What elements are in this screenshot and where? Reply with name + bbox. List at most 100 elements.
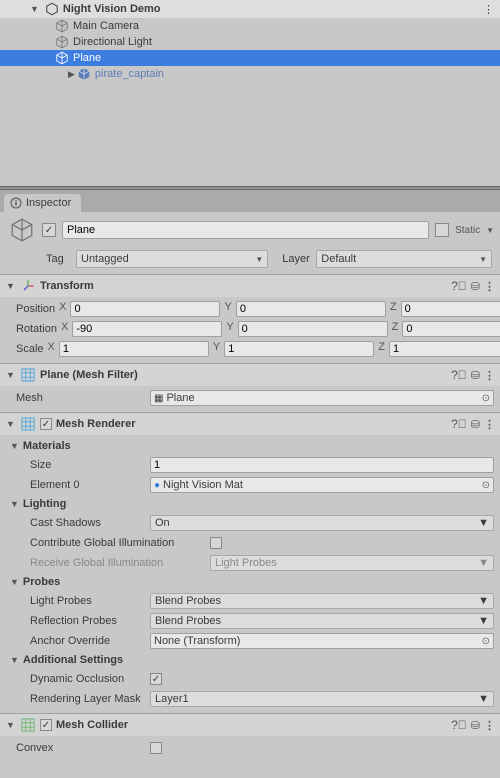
mesh-icon bbox=[20, 367, 36, 383]
scale-y-input[interactable] bbox=[224, 341, 374, 357]
mesh-filter-header[interactable]: ▼ Plane (Mesh Filter) ?⃝ ⛁ ⋮ bbox=[0, 364, 500, 386]
component-menu-icon[interactable]: ⋮ bbox=[484, 280, 494, 293]
mesh-renderer-icon bbox=[20, 416, 36, 432]
hierarchy-item-pirate[interactable]: ▶ pirate_captain bbox=[0, 66, 500, 82]
hierarchy-panel: ▼ Night Vision Demo ⋮ Main Camera Direct… bbox=[0, 0, 500, 186]
object-selector-icon[interactable]: ⊙ bbox=[482, 636, 490, 647]
mesh-value: Plane bbox=[166, 392, 194, 404]
tag-value: Untagged bbox=[81, 253, 129, 265]
light-probes-label: Light Probes bbox=[6, 595, 146, 607]
position-y-input[interactable] bbox=[236, 301, 386, 317]
object-selector-icon[interactable]: ⊙ bbox=[482, 393, 490, 404]
help-icon[interactable]: ?⃝ bbox=[451, 279, 467, 293]
cgi-checkbox[interactable] bbox=[210, 537, 222, 549]
hierarchy-item-camera[interactable]: Main Camera bbox=[0, 18, 500, 34]
rgi-dropdown: Light Probes▼ bbox=[210, 555, 494, 571]
convex-label: Convex bbox=[6, 742, 146, 754]
tag-dropdown[interactable]: Untagged▼ bbox=[76, 250, 268, 268]
rendering-layer-mask-dropdown[interactable]: Layer1▼ bbox=[150, 691, 494, 707]
materials-section[interactable]: ▼Materials bbox=[6, 437, 494, 455]
dynamic-occlusion-label: Dynamic Occlusion bbox=[6, 673, 146, 685]
static-dropdown-icon[interactable]: ▼ bbox=[486, 226, 494, 235]
transform-header[interactable]: ▼ Transform ?⃝ ⛁ ⋮ bbox=[0, 275, 500, 297]
y-label: Y bbox=[224, 301, 231, 317]
foldout-icon[interactable]: ▼ bbox=[6, 720, 16, 730]
additional-section[interactable]: ▼Additional Settings bbox=[6, 651, 494, 669]
scale-x-input[interactable] bbox=[59, 341, 209, 357]
probes-section[interactable]: ▼Probes bbox=[6, 573, 494, 591]
tab-inspector[interactable]: Inspector bbox=[4, 194, 81, 212]
dynamic-occlusion-checkbox[interactable] bbox=[150, 673, 162, 685]
foldout-icon[interactable]: ▼ bbox=[6, 370, 16, 380]
active-checkbox[interactable] bbox=[42, 223, 56, 237]
help-icon[interactable]: ?⃝ bbox=[451, 718, 467, 732]
foldout-icon[interactable]: ▼ bbox=[6, 419, 16, 429]
z-label: Z bbox=[378, 341, 385, 357]
component-menu-icon[interactable]: ⋮ bbox=[484, 369, 494, 382]
preset-icon[interactable]: ⛁ bbox=[471, 418, 480, 431]
transform-icon bbox=[20, 278, 36, 294]
mesh-label: Mesh bbox=[6, 392, 146, 404]
rotation-x-input[interactable] bbox=[72, 321, 222, 337]
gameobject-icon[interactable] bbox=[8, 216, 36, 244]
component-menu-icon[interactable]: ⋮ bbox=[484, 719, 494, 732]
mesh-renderer-enabled-checkbox[interactable] bbox=[40, 418, 52, 430]
preset-icon[interactable]: ⛁ bbox=[471, 719, 480, 732]
gameobject-name-field[interactable] bbox=[62, 221, 429, 239]
cast-shadows-label: Cast Shadows bbox=[6, 517, 146, 529]
hierarchy-item-label: pirate_captain bbox=[95, 68, 164, 80]
object-selector-icon[interactable]: ⊙ bbox=[482, 480, 490, 491]
convex-checkbox[interactable] bbox=[150, 742, 162, 754]
rotation-z-input[interactable] bbox=[402, 321, 500, 337]
gameobject-icon bbox=[55, 51, 69, 65]
gameobject-header: Static ▼ bbox=[0, 212, 500, 248]
help-icon[interactable]: ?⃝ bbox=[451, 417, 467, 431]
preset-icon[interactable]: ⛁ bbox=[471, 369, 480, 382]
reflection-probes-dropdown[interactable]: Blend Probes▼ bbox=[150, 613, 494, 629]
scale-z-input[interactable] bbox=[389, 341, 500, 357]
materials-size-input[interactable] bbox=[150, 457, 494, 473]
component-mesh-renderer: ▼ Mesh Renderer ?⃝ ⛁ ⋮ ▼Materials Size E… bbox=[0, 412, 500, 713]
x-label: X bbox=[59, 301, 66, 317]
layer-label: Layer bbox=[272, 253, 312, 265]
component-menu-icon[interactable]: ⋮ bbox=[484, 418, 494, 431]
z-label: Z bbox=[390, 301, 397, 317]
scene-header[interactable]: ▼ Night Vision Demo ⋮ bbox=[0, 0, 500, 18]
x-label: X bbox=[61, 321, 68, 337]
mesh-renderer-header[interactable]: ▼ Mesh Renderer ?⃝ ⛁ ⋮ bbox=[0, 413, 500, 435]
position-z-input[interactable] bbox=[401, 301, 500, 317]
rotation-y-input[interactable] bbox=[238, 321, 388, 337]
scene-name: Night Vision Demo bbox=[63, 3, 161, 15]
layer-dropdown[interactable]: Default▼ bbox=[316, 250, 492, 268]
scale-label: Scale bbox=[6, 343, 44, 355]
inspector-panel: Static ▼ Tag Untagged▼ Layer Default▼ ▼ … bbox=[0, 212, 500, 762]
position-x-input[interactable] bbox=[70, 301, 220, 317]
help-icon[interactable]: ?⃝ bbox=[451, 368, 467, 382]
lighting-section[interactable]: ▼Lighting bbox=[6, 495, 494, 513]
mesh-collider-enabled-checkbox[interactable] bbox=[40, 719, 52, 731]
preset-icon[interactable]: ⛁ bbox=[471, 280, 480, 293]
foldout-icon[interactable]: ▼ bbox=[30, 4, 39, 14]
light-probes-dropdown[interactable]: Blend Probes▼ bbox=[150, 593, 494, 609]
materials-element-field[interactable]: ●Night Vision Mat ⊙ bbox=[150, 477, 494, 493]
y-label: Y bbox=[213, 341, 220, 357]
info-icon bbox=[10, 197, 22, 209]
gameobject-icon bbox=[55, 19, 69, 33]
y-label: Y bbox=[226, 321, 233, 337]
rotation-label: Rotation bbox=[6, 323, 57, 335]
hierarchy-item-light[interactable]: Directional Light bbox=[0, 34, 500, 50]
static-checkbox[interactable] bbox=[435, 223, 449, 237]
cast-shadows-dropdown[interactable]: On▼ bbox=[150, 515, 494, 531]
hierarchy-item-label: Plane bbox=[73, 52, 101, 64]
component-title: Plane (Mesh Filter) bbox=[40, 369, 447, 381]
hierarchy-item-plane[interactable]: Plane bbox=[0, 50, 500, 66]
mesh-collider-header[interactable]: ▼ Mesh Collider ?⃝ ⛁ ⋮ bbox=[0, 714, 500, 736]
rendering-layer-mask-label: Rendering Layer Mask bbox=[6, 693, 146, 705]
mesh-field[interactable]: ▦Plane ⊙ bbox=[150, 390, 494, 406]
component-title: Transform bbox=[40, 280, 447, 292]
anchor-override-field[interactable]: None (Transform) ⊙ bbox=[150, 633, 494, 649]
x-label: X bbox=[48, 341, 55, 357]
foldout-icon[interactable]: ▼ bbox=[6, 281, 16, 291]
scene-menu-icon[interactable]: ⋮ bbox=[483, 3, 494, 16]
foldout-icon[interactable]: ▶ bbox=[68, 69, 75, 80]
